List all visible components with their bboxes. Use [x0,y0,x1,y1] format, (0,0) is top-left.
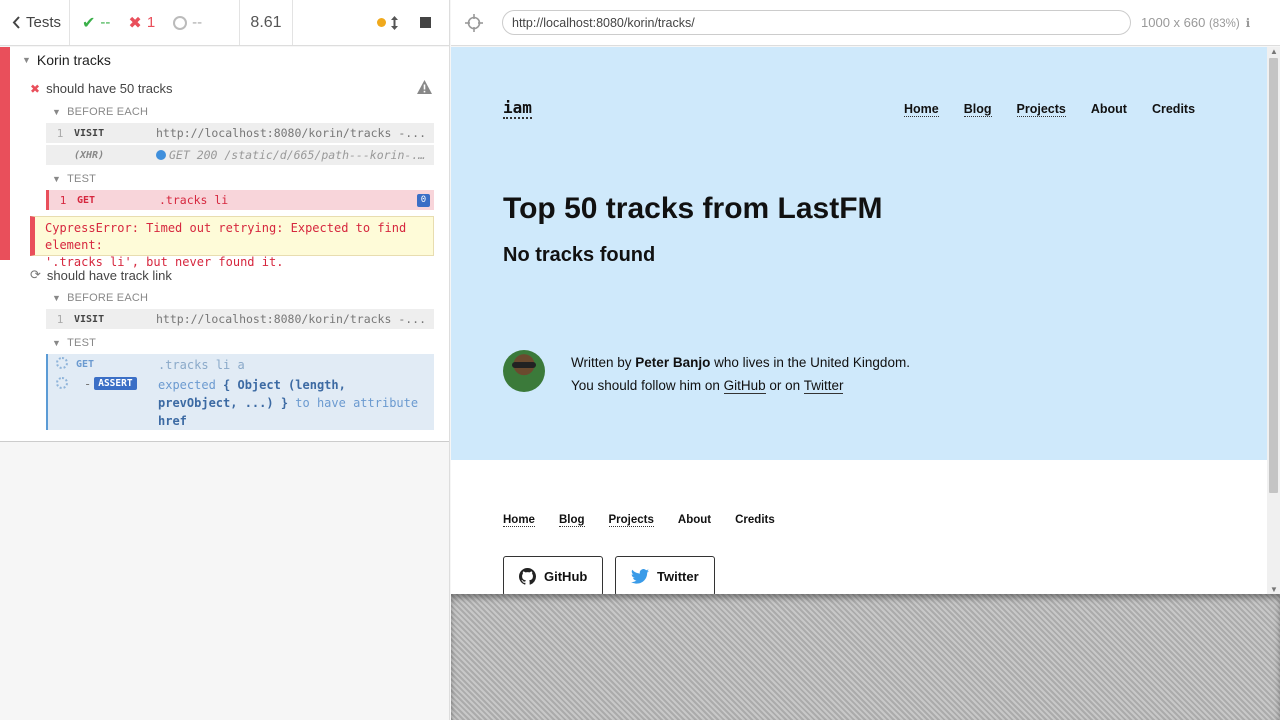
auto-scroll-dot-icon [377,18,386,27]
spinner-icon [56,377,68,389]
viewport-size: 1000 x 660 (83%) [1141,15,1240,30]
runnables-list: ▼ Korin tracks ✖ should have 50 tracks ▼… [0,47,449,442]
caret-down-icon: ▼ [52,174,62,184]
hero-section: iam Home Blog Projects About Credits Top… [451,47,1267,460]
site-logo[interactable]: iam [503,99,532,119]
test-title-failed[interactable]: ✖ should have 50 tracks [30,81,173,96]
test-title-running[interactable]: ⟳ should have track link [30,267,172,283]
info-icon[interactable]: ℹ [1246,16,1251,30]
command-visit[interactable]: 1 VISIT http://localhost:8080/korin/trac… [46,309,434,329]
failed-x-icon: ✖ [30,81,41,96]
cypress-runner: Tests ✔ -- ✖ 1 -- 8.61 ▼ Korin tracks ✖ … [0,0,1280,720]
footer-nav-blog[interactable]: Blog [558,514,585,527]
assert-badge: ASSERT [94,377,137,390]
stop-button[interactable] [420,17,431,28]
caret-down-icon: ▼ [52,107,62,117]
page-title: Top 50 tracks from LastFM [503,192,883,225]
author-bio: Written by Peter Banjo who lives in the … [571,355,910,394]
spinner-icon [56,357,68,369]
failed-stat: ✖ 1 [128,13,155,33]
command-xhr[interactable]: (XHR) GET 200 /static/d/665/path---korin… [46,145,434,165]
hook-test[interactable]: ▼ TEST [52,337,96,349]
run-stats: ✔ -- ✖ 1 -- [70,0,240,45]
command-visit[interactable]: 1 VISIT http://localhost:8080/korin/trac… [46,123,434,143]
bio-twitter-link[interactable]: Twitter [803,378,844,394]
hook-before-each[interactable]: ▼ BEFORE EACH [52,292,148,304]
xhr-status-dot-icon [156,150,166,160]
circle-notch-icon [173,15,188,30]
author-avatar [503,350,545,392]
nav-home[interactable]: Home [904,102,939,117]
error-message[interactable]: CypressError: Timed out retrying: Expect… [30,216,434,269]
hook-test[interactable]: ▼ TEST [52,173,96,185]
command-get-pending[interactable]: GET .tracks li a [48,357,434,372]
command-get-failed[interactable]: 1 GET .tracks li 0 [46,190,434,210]
x-icon: ✖ [128,14,142,32]
nav-credits[interactable]: Credits [1152,102,1195,117]
warning-icon[interactable] [417,80,432,94]
viewport-background [451,594,1280,720]
reporter-header: Tests ✔ -- ✖ 1 -- 8.61 [0,0,449,46]
caret-down-icon: ▼ [22,55,31,65]
tests-back-button[interactable]: Tests [0,0,70,45]
footer-nav: Home Blog Projects About Credits [503,514,775,527]
site-nav: Home Blog Projects About Credits [904,102,1195,117]
nav-about[interactable]: About [1091,102,1127,117]
suite-fail-indicator [0,47,10,260]
nav-projects[interactable]: Projects [1016,102,1066,117]
element-count-badge: 0 [417,193,430,207]
scroll-up-arrow-icon[interactable]: ▲ [1270,47,1278,56]
reporter-controls [293,0,449,45]
aut-scrollbar[interactable]: ▲ ▼ [1267,47,1280,594]
footer-nav-home[interactable]: Home [503,514,535,527]
selector-playground-crosshair-icon[interactable] [465,13,483,32]
footer-nav-credits[interactable]: Credits [735,514,775,527]
passed-count: -- [100,14,111,31]
chevron-left-icon [12,16,20,29]
auto-scroll-toggle[interactable] [377,15,398,30]
aut-header: http://localhost:8080/korin/tracks/ 1000… [451,0,1280,46]
hook-before-each[interactable]: ▼ BEFORE EACH [52,106,148,118]
author-name: Peter Banjo [635,355,711,370]
passed-stat: ✔ -- [82,13,110,33]
bio-github-link[interactable]: GitHub [723,378,766,394]
command-assert-pending[interactable]: - ASSERT expected { Object (length, prev… [48,376,434,430]
scroll-down-arrow-icon[interactable]: ▼ [1270,585,1278,594]
failed-count: 1 [146,14,156,31]
footer-nav-projects[interactable]: Projects [608,514,654,527]
scrollbar-thumb[interactable] [1269,58,1278,493]
check-icon: ✔ [82,14,96,32]
nav-blog[interactable]: Blog [963,102,992,117]
no-tracks-message: No tracks found [503,244,656,266]
suite-title[interactable]: ▼ Korin tracks [22,52,111,68]
caret-down-icon: ▼ [52,293,62,303]
twitter-button[interactable]: Twitter [615,556,715,594]
url-field[interactable]: http://localhost:8080/korin/tracks/ [502,10,1131,35]
caret-down-icon: ▼ [52,338,62,348]
pending-commands: GET .tracks li a - ASSERT expected { Obj… [46,354,434,430]
refresh-icon: ⟳ [30,267,41,282]
github-icon [519,567,536,585]
tests-label: Tests [26,14,62,31]
aut-iframe: iam Home Blog Projects About Credits Top… [451,47,1280,594]
footer-nav-about[interactable]: About [678,514,711,527]
reporter-panel: Tests ✔ -- ✖ 1 -- 8.61 ▼ Korin tracks ✖ … [0,0,450,720]
github-button[interactable]: GitHub [503,556,604,594]
pending-count: -- [192,14,203,31]
duration: 8.61 [240,0,293,45]
twitter-icon [631,568,649,584]
pending-stat: -- [173,14,202,31]
arrows-vertical-icon [391,15,398,30]
